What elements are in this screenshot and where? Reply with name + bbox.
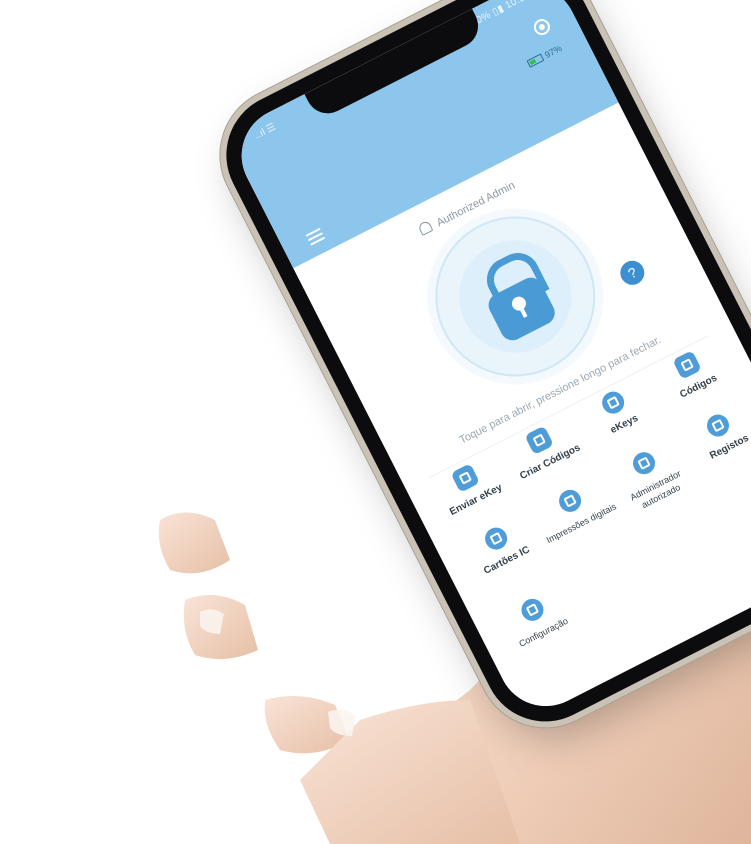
status-signal: ..ıl ☰ — [252, 121, 278, 142]
fingerprint-icon — [555, 486, 585, 516]
create-codes-icon — [524, 425, 554, 456]
info-icon[interactable]: ? — [616, 256, 649, 289]
hamburger-menu-icon[interactable] — [305, 227, 326, 246]
lock-settings-icon[interactable] — [531, 16, 553, 38]
battery-level: 97% — [542, 43, 564, 61]
feature-grid: Enviar eKey Criar Códigos eKeys Códigos … — [423, 336, 751, 656]
ekeys-icon — [598, 387, 629, 418]
battery-icon — [526, 53, 545, 68]
send-ekey-icon — [450, 463, 480, 493]
records-icon — [703, 410, 734, 441]
menu-settings[interactable]: Configuração — [490, 581, 583, 656]
lock-icon — [439, 221, 591, 373]
settings-icon — [517, 595, 547, 625]
user-icon — [417, 219, 434, 236]
ic-cards-icon — [481, 523, 511, 554]
authorized-admin-icon — [629, 448, 659, 478]
menu-codes[interactable]: Códigos — [645, 336, 738, 411]
codes-icon — [672, 349, 703, 380]
lock-battery: 97% — [526, 43, 564, 69]
